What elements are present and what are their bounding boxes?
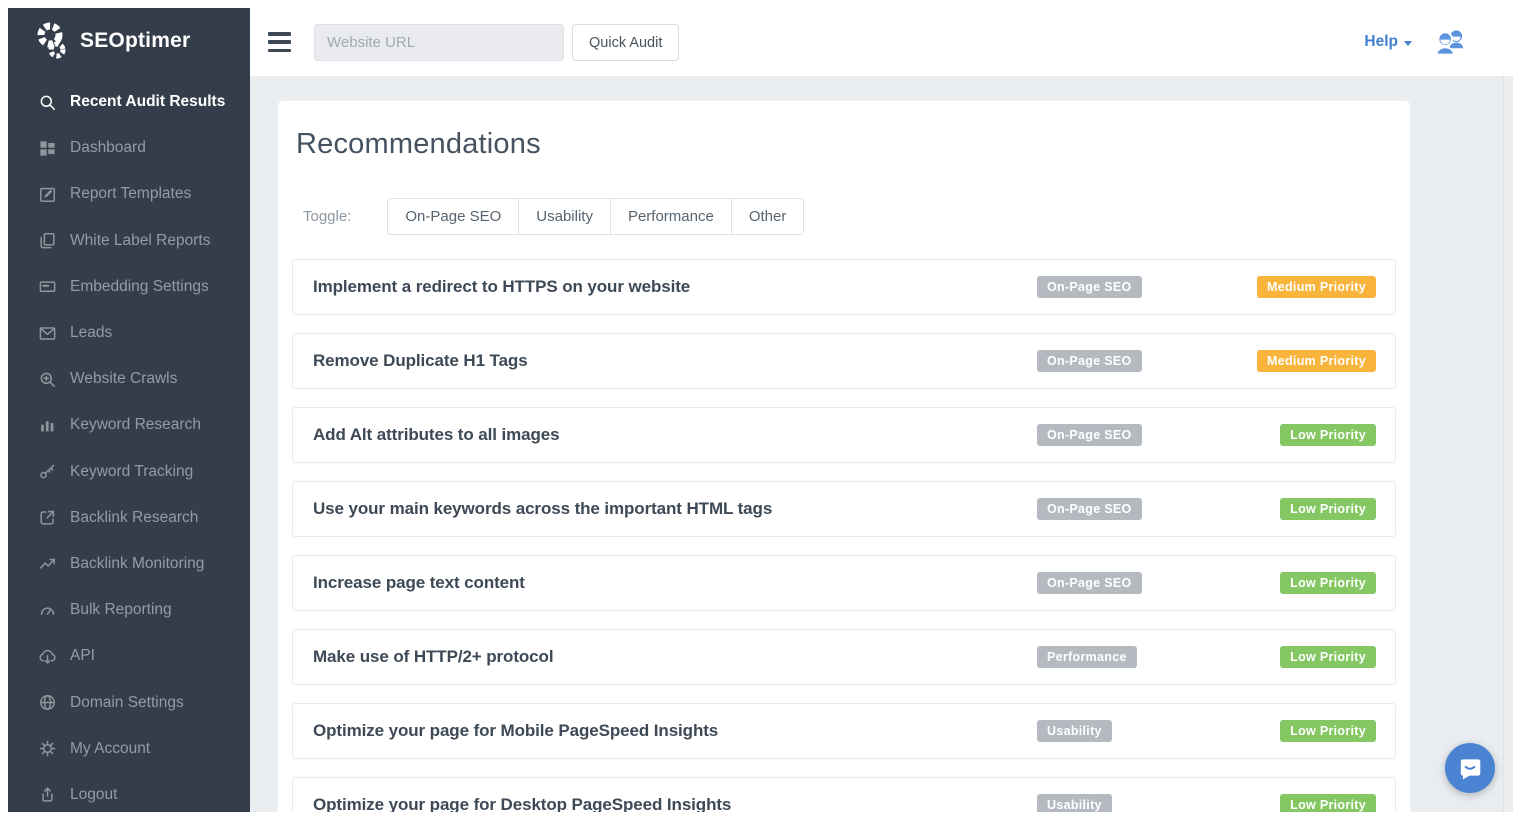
priority-badge: Low Priority: [1280, 794, 1376, 812]
zoom-plus-icon: [38, 370, 57, 389]
sidebar-item-my-account[interactable]: My Account: [8, 726, 250, 772]
recommendation-row[interactable]: Optimize your page for Mobile PageSpeed …: [292, 703, 1396, 759]
category-badge: Performance: [1037, 646, 1137, 668]
logout-icon: [38, 785, 57, 804]
category-badge: On-Page SEO: [1037, 350, 1142, 372]
toggle-button-on-page-seo[interactable]: On-Page SEO: [387, 198, 519, 235]
sidebar-item-dashboard[interactable]: Dashboard: [8, 125, 250, 171]
sidebar-item-report-templates[interactable]: Report Templates: [8, 171, 250, 217]
recommendation-row[interactable]: Use your main keywords across the import…: [292, 481, 1396, 537]
priority-badge: Medium Priority: [1257, 276, 1376, 298]
recommendation-row[interactable]: Add Alt attributes to all images On-Page…: [292, 407, 1396, 463]
globe-icon: [38, 693, 57, 712]
toggle-label: Toggle:: [303, 208, 351, 225]
sidebar-item-recent-audit-results[interactable]: Recent Audit Results: [8, 79, 250, 125]
category-badge: Usability: [1037, 794, 1112, 812]
external-link-icon: [38, 508, 57, 527]
toggle-button-performance[interactable]: Performance: [610, 198, 732, 235]
recommendation-title: Optimize your page for Desktop PageSpeed…: [313, 795, 731, 812]
chat-bubble-icon[interactable]: [1445, 743, 1495, 793]
recommendation-row[interactable]: Increase page text content On-Page SEO L…: [292, 555, 1396, 611]
help-label: Help: [1364, 33, 1398, 51]
recommendation-title: Add Alt attributes to all images: [313, 425, 559, 445]
cloud-arrow-icon: [38, 647, 57, 666]
sidebar-nav: Recent Audit Results Dashboard Report Te…: [8, 79, 250, 812]
embed-card-icon: [38, 277, 57, 296]
category-badge: On-Page SEO: [1037, 424, 1142, 446]
sidebar-item-keyword-research[interactable]: Keyword Research: [8, 402, 250, 448]
chevron-down-icon: [1404, 41, 1412, 46]
recommendation-title: Increase page text content: [313, 573, 525, 593]
sidebar-item-backlink-research[interactable]: Backlink Research: [8, 495, 250, 541]
bar-chart-icon: [38, 416, 57, 435]
priority-badge: Medium Priority: [1257, 350, 1376, 372]
hamburger-menu-icon[interactable]: [268, 32, 291, 52]
logo-text: SEOptimer: [80, 29, 190, 53]
category-badge: Usability: [1037, 720, 1112, 742]
users-icon[interactable]: [1434, 28, 1467, 57]
toggle-row: Toggle: On-Page SEOUsabilityPerformanceO…: [303, 198, 1410, 235]
search-icon: [38, 93, 57, 112]
toggle-button-group: On-Page SEOUsabilityPerformanceOther: [387, 198, 804, 235]
help-dropdown[interactable]: Help: [1364, 33, 1412, 51]
copy-pages-icon: [38, 231, 57, 250]
sidebar-item-website-crawls[interactable]: Website Crawls: [8, 356, 250, 402]
seoptimer-gears-icon: [34, 20, 72, 62]
recommendation-row[interactable]: Implement a redirect to HTTPS on your we…: [292, 259, 1396, 315]
sidebar-item-backlink-monitoring[interactable]: Backlink Monitoring: [8, 541, 250, 587]
priority-badge: Low Priority: [1280, 646, 1376, 668]
page-title: Recommendations: [296, 127, 1410, 162]
quick-audit-button[interactable]: Quick Audit: [572, 24, 679, 61]
recommendation-row[interactable]: Make use of HTTP/2+ protocol Performance…: [292, 629, 1396, 685]
sidebar: SEOptimer Recent Audit Results Dashboard…: [8, 8, 250, 812]
sidebar-item-white-label-reports[interactable]: White Label Reports: [8, 218, 250, 264]
sidebar-item-logout[interactable]: Logout: [8, 772, 250, 812]
sidebar-item-leads[interactable]: Leads: [8, 310, 250, 356]
sidebar-item-keyword-tracking[interactable]: Keyword Tracking: [8, 449, 250, 495]
recommendation-list: Implement a redirect to HTTPS on your we…: [278, 259, 1410, 812]
gear-icon: [38, 739, 57, 758]
priority-badge: Low Priority: [1280, 498, 1376, 520]
envelope-icon: [38, 324, 57, 343]
priority-badge: Low Priority: [1280, 572, 1376, 594]
edit-square-icon: [38, 185, 57, 204]
sidebar-item-domain-settings[interactable]: Domain Settings: [8, 679, 250, 725]
recommendation-title: Optimize your page for Mobile PageSpeed …: [313, 721, 718, 741]
app: SEOptimer Recent Audit Results Dashboard…: [0, 0, 1520, 820]
toggle-button-usability[interactable]: Usability: [518, 198, 611, 235]
recommendations-panel: Recommendations Toggle: On-Page SEOUsabi…: [277, 100, 1411, 812]
topbar: Quick Audit Help: [250, 8, 1512, 76]
scrollbar-track[interactable]: [1503, 76, 1513, 812]
sidebar-item-bulk-reporting[interactable]: Bulk Reporting: [8, 587, 250, 633]
logo[interactable]: SEOptimer: [34, 20, 190, 62]
category-badge: On-Page SEO: [1037, 498, 1142, 520]
toggle-button-other[interactable]: Other: [731, 198, 805, 235]
recommendation-title: Implement a redirect to HTTPS on your we…: [313, 277, 690, 297]
trend-chart-icon: [38, 554, 57, 573]
recommendation-title: Make use of HTTP/2+ protocol: [313, 647, 553, 667]
dashboard-grid-icon: [38, 139, 57, 158]
priority-badge: Low Priority: [1280, 424, 1376, 446]
recommendation-title: Remove Duplicate H1 Tags: [313, 351, 528, 371]
sidebar-item-api[interactable]: API: [8, 633, 250, 679]
priority-badge: Low Priority: [1280, 720, 1376, 742]
recommendation-title: Use your main keywords across the import…: [313, 499, 772, 519]
recommendation-row[interactable]: Optimize your page for Desktop PageSpeed…: [292, 777, 1396, 812]
recommendation-row[interactable]: Remove Duplicate H1 Tags On-Page SEO Med…: [292, 333, 1396, 389]
gauge-icon: [38, 601, 57, 620]
category-badge: On-Page SEO: [1037, 572, 1142, 594]
sidebar-item-embedding-settings[interactable]: Embedding Settings: [8, 264, 250, 310]
website-url-input[interactable]: [314, 24, 564, 61]
category-badge: On-Page SEO: [1037, 276, 1142, 298]
key-icon: [38, 462, 57, 481]
